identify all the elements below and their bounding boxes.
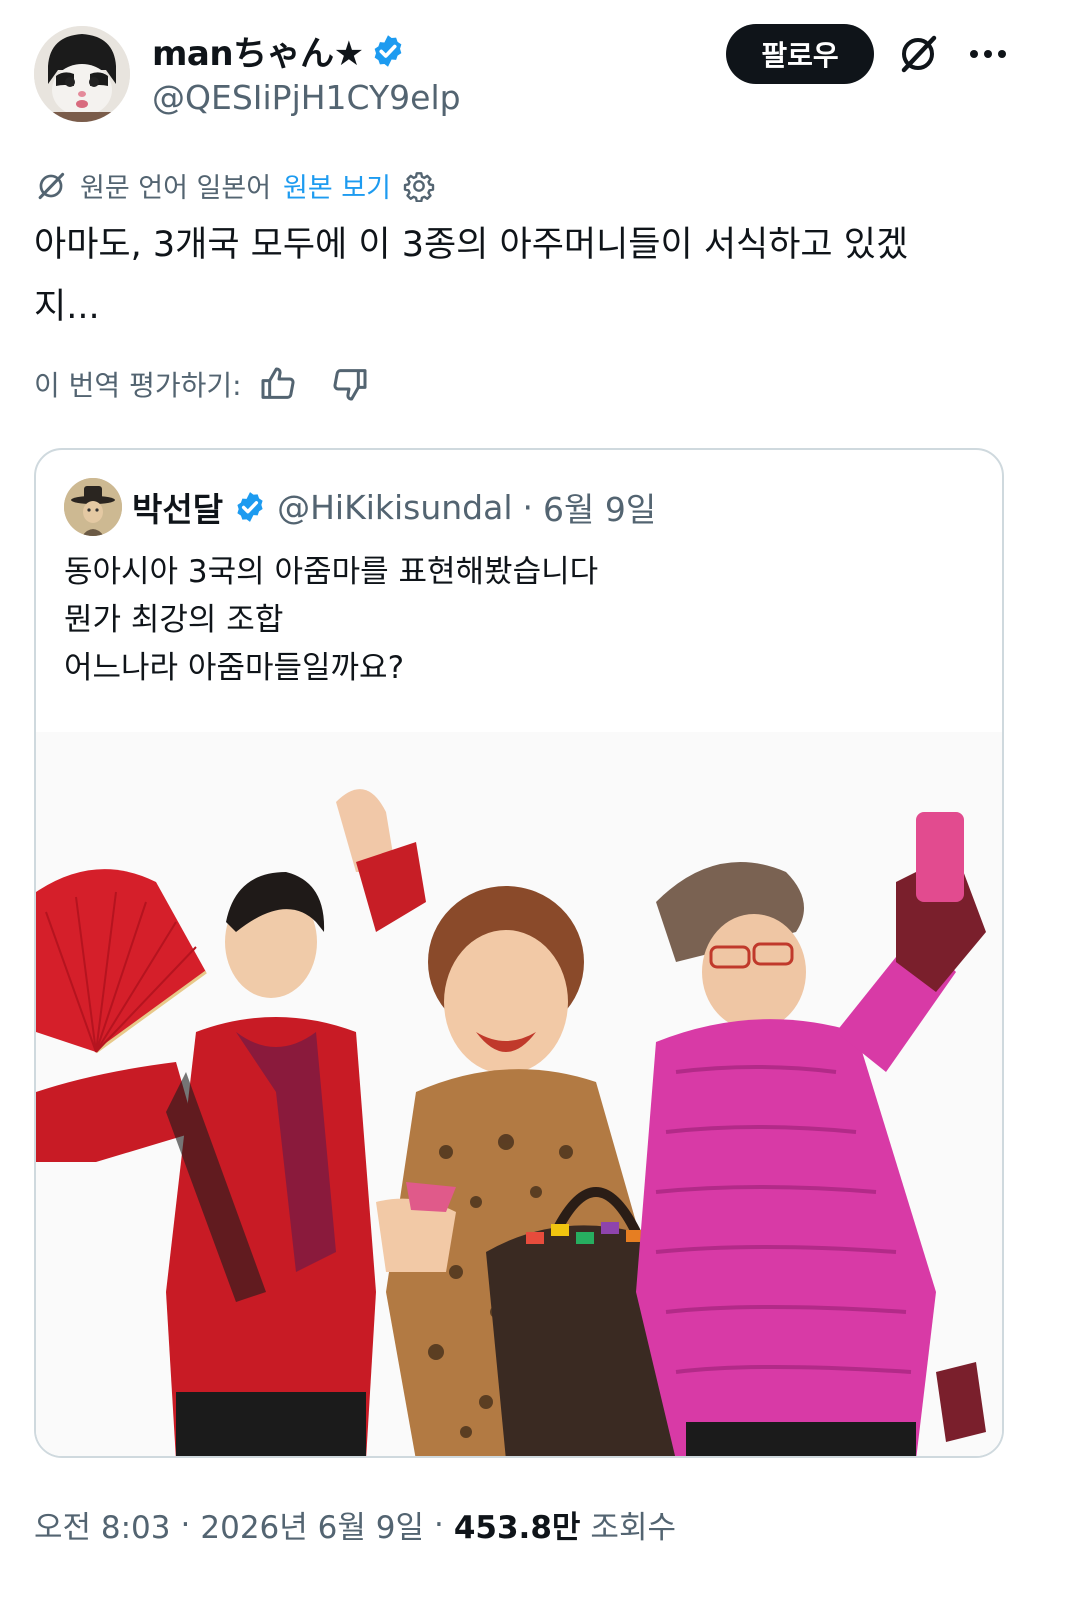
separator-dot: · (180, 1506, 191, 1543)
quoted-author-handle[interactable]: @HiKikisundal (277, 488, 512, 527)
post-text: 아마도, 3개국 모두에 이 3종의 아주머니들이 서식하고 있겠 지... (34, 225, 909, 327)
author-avatar[interactable] (34, 26, 130, 122)
separator-dot: · (433, 1506, 444, 1543)
views-count[interactable]: 453.8만 (454, 1502, 581, 1547)
rating-label: 이 번역 평가하기: (34, 369, 242, 402)
grok-translate-icon (38, 172, 65, 199)
verified-badge-icon (374, 34, 401, 67)
quoted-post-text: 동아시아 3국의 아줌마를 표현해봤습니다 뭔가 최강의 조합 어느나라 아줌마… (64, 554, 599, 686)
quoted-author-avatar[interactable] (64, 478, 122, 536)
post-date[interactable]: 2026년 6월 9일 (200, 1502, 424, 1547)
three-women-photo (36, 732, 1002, 1456)
verified-badge-icon (237, 492, 263, 522)
quoted-post-card[interactable]: 박선달 @HiKikisundal · 6월 9일 동아시아 3국의 아줌마를 … (34, 448, 1004, 1458)
cat-avatar-icon (34, 26, 130, 122)
thumbs-up-icon[interactable] (258, 364, 298, 404)
gear-icon[interactable] (403, 170, 435, 202)
quoted-author-name[interactable]: 박선달 (132, 483, 223, 531)
grok-button[interactable] (892, 28, 944, 80)
views-label: 조회수 (590, 1510, 676, 1546)
show-original-link[interactable]: 원본 보기 (283, 166, 391, 205)
quoted-post-image[interactable] (36, 732, 1002, 1456)
more-dots-icon (970, 50, 1006, 58)
translation-rating-row: 이 번역 평가하기: (34, 364, 370, 404)
gat-hat-avatar-icon (64, 478, 122, 536)
quoted-post-date[interactable]: 6월 9일 (543, 483, 656, 531)
separator-dot: · (522, 487, 534, 527)
translation-notice: 원문 언어 일본어 원본 보기 (34, 166, 435, 205)
thumbs-down-icon[interactable] (330, 364, 370, 404)
quoted-post-header: 박선달 @HiKikisundal · 6월 9일 (64, 478, 656, 536)
post-meta-footer: 오전 8:03 · 2026년 6월 9일 · 453.8만 조회수 (34, 1502, 676, 1547)
translation-source-label: 원문 언어 일본어 (80, 173, 272, 204)
follow-button[interactable]: 팔로우 (726, 24, 874, 84)
author-handle[interactable]: @QESIiPjH1CY9elp (152, 78, 461, 117)
more-options-button[interactable] (962, 28, 1014, 80)
author-display-name[interactable]: manちゃん★ (152, 26, 364, 75)
post-time[interactable]: 오전 8:03 (34, 1502, 171, 1547)
author-name-row[interactable]: manちゃん★ (152, 26, 406, 75)
grok-icon (901, 35, 937, 73)
